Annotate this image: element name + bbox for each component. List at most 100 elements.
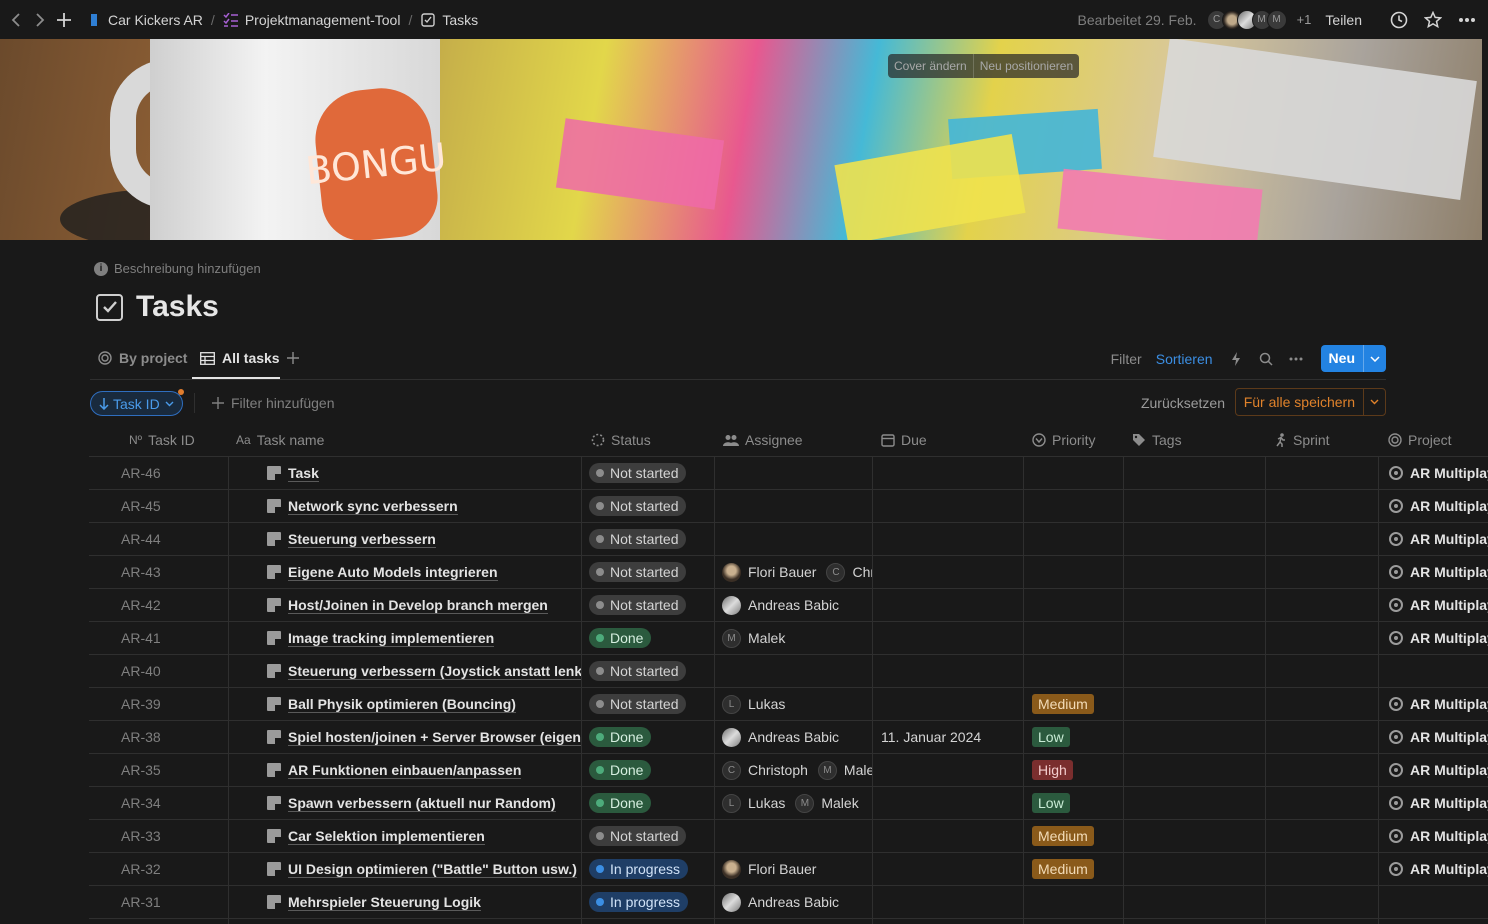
task-name-cell[interactable]: Image tracking implementieren xyxy=(267,622,581,654)
assignee-cell[interactable] xyxy=(722,655,872,687)
priority-cell[interactable] xyxy=(1032,457,1127,489)
assignee[interactable]: Flori Bauer xyxy=(722,562,816,582)
assignee-cell[interactable] xyxy=(722,490,872,522)
project-name[interactable]: AR Multiplayer xyxy=(1410,531,1488,547)
table-row[interactable]: AR-45 Network sync verbessern Not started A… xyxy=(89,490,1488,523)
reposition-cover-button[interactable]: Neu positionieren xyxy=(972,54,1079,78)
task-name-cell[interactable]: Task xyxy=(267,457,581,489)
column-status[interactable]: Status xyxy=(591,424,651,456)
task-name[interactable]: Steuerung verbessern (Joystick anstatt l… xyxy=(288,663,581,680)
more-icon[interactable] xyxy=(1285,348,1307,370)
column-assignee[interactable]: Assignee xyxy=(723,424,803,456)
priority-badge[interactable]: Low xyxy=(1032,727,1070,747)
status-badge[interactable]: In progress xyxy=(589,859,689,879)
task-name-cell[interactable]: Spawn verbessern (aktuell nur Random) xyxy=(267,787,581,819)
status-cell[interactable]: Done xyxy=(589,754,719,786)
task-name[interactable]: Image tracking implementieren xyxy=(288,630,495,647)
table-row[interactable]: AR-40 Steuerung verbessern (Joystick anst… xyxy=(89,655,1488,688)
add-view-icon[interactable] xyxy=(287,348,299,369)
share-button[interactable]: Teilen xyxy=(1325,12,1362,28)
due-cell[interactable] xyxy=(881,589,1026,621)
status-badge[interactable]: Done xyxy=(589,793,652,813)
breadcrumb-project-tool[interactable]: Projektmanagement-Tool xyxy=(223,12,400,28)
table-row[interactable]: AR-35 AR Funktionen einbauen/anpassen Done… xyxy=(89,754,1488,787)
task-name-cell[interactable]: Car Selektion implementieren xyxy=(267,820,581,852)
assignee[interactable]: C Christoph xyxy=(722,760,808,780)
more-icon[interactable] xyxy=(1456,9,1478,31)
assignee-cell[interactable]: L Lukas xyxy=(722,688,872,720)
status-cell[interactable]: Not started xyxy=(589,820,719,852)
assignee-cell[interactable]: Flori Bauer C Christoph xyxy=(722,556,872,588)
table-row[interactable]: AR-34 Spawn verbessern (aktuell nur Rando… xyxy=(89,787,1488,820)
forward-icon[interactable] xyxy=(28,8,52,32)
project-cell[interactable]: AR Multiplayer xyxy=(1389,556,1488,588)
priority-cell[interactable] xyxy=(1032,490,1127,522)
search-icon[interactable] xyxy=(1255,348,1277,370)
assignee[interactable]: Andreas Babic xyxy=(722,595,839,615)
table-row[interactable]: AR-44 Steuerung verbessern Not started AR M… xyxy=(89,523,1488,556)
project-name[interactable]: AR Multiplayer xyxy=(1410,696,1488,712)
priority-badge[interactable]: High xyxy=(1032,760,1073,780)
collaborator-avatars[interactable]: C M M xyxy=(1206,9,1287,30)
priority-cell[interactable] xyxy=(1032,886,1127,918)
new-button[interactable]: Neu xyxy=(1320,345,1363,372)
task-name[interactable]: Eigene Auto Models integrieren xyxy=(288,564,498,581)
due-cell[interactable] xyxy=(881,820,1026,852)
project-name[interactable]: AR Multiplayer xyxy=(1410,828,1488,844)
status-cell[interactable]: Not started xyxy=(589,589,719,621)
table-row[interactable]: AR-33 Car Selektion implementieren Not sta… xyxy=(89,820,1488,853)
status-badge[interactable]: Not started xyxy=(589,826,687,846)
project-cell[interactable]: AR Multiplayer xyxy=(1389,523,1488,555)
priority-cell[interactable] xyxy=(1032,523,1127,555)
project-name[interactable]: AR Multiplayer xyxy=(1410,861,1488,877)
status-cell[interactable]: Not started xyxy=(589,556,719,588)
task-name[interactable]: Spiel hosten/joinen + Server Browser (ei… xyxy=(288,729,581,746)
project-name[interactable]: AR Multiplayer xyxy=(1410,729,1488,745)
column-priority[interactable]: Priority xyxy=(1032,424,1096,456)
status-cell[interactable]: Done xyxy=(589,787,719,819)
task-name-cell[interactable]: Steuerung verbessern xyxy=(267,523,581,555)
project-name[interactable]: AR Multiplayer xyxy=(1410,498,1488,514)
task-name-cell[interactable]: Mehrspieler Steuerung Logik xyxy=(267,886,581,918)
project-cell[interactable] xyxy=(1389,655,1488,687)
due-cell[interactable]: 11. Januar 2024 xyxy=(881,721,1026,753)
due-cell[interactable] xyxy=(881,556,1026,588)
task-name[interactable]: Task xyxy=(288,465,319,482)
priority-badge[interactable]: Low xyxy=(1032,793,1070,813)
assignee[interactable]: M Malek xyxy=(795,793,859,813)
project-cell[interactable]: AR Multiplayer xyxy=(1389,490,1488,522)
status-badge[interactable]: Done xyxy=(589,628,652,648)
table-row[interactable]: AR-39 Ball Physik optimieren (Bouncing) No… xyxy=(89,688,1488,721)
due-cell[interactable] xyxy=(881,886,1026,918)
clock-icon[interactable] xyxy=(1388,9,1410,31)
priority-cell[interactable]: High xyxy=(1032,754,1127,786)
column-project[interactable]: Project xyxy=(1388,424,1452,456)
project-name[interactable]: AR Multiplayer xyxy=(1410,564,1488,580)
assignee-cell[interactable] xyxy=(722,457,872,489)
priority-cell[interactable]: Medium xyxy=(1032,688,1127,720)
project-cell[interactable]: AR Multiplayer xyxy=(1389,589,1488,621)
project-cell[interactable]: AR Multiplayer xyxy=(1389,853,1488,885)
project-cell[interactable]: AR Multiplayer xyxy=(1389,457,1488,489)
task-name-cell[interactable]: Ball Physik optimieren (Bouncing) xyxy=(267,688,581,720)
project-name[interactable]: AR Multiplayer xyxy=(1410,597,1488,613)
task-id-sort-chip[interactable]: Task ID xyxy=(90,389,184,416)
priority-cell[interactable]: Low xyxy=(1032,721,1127,753)
column-task-name[interactable]: Aa Task name xyxy=(236,424,324,456)
column-due[interactable]: Due xyxy=(881,424,927,456)
assignee[interactable]: Andreas Babic xyxy=(722,727,839,747)
project-cell[interactable]: AR Multiplayer xyxy=(1389,754,1488,786)
task-name[interactable]: Ball Physik optimieren (Bouncing) xyxy=(288,696,516,713)
assignee-cell[interactable]: Andreas Babic xyxy=(722,886,872,918)
due-cell[interactable] xyxy=(881,688,1026,720)
star-icon[interactable] xyxy=(1422,9,1444,31)
status-badge[interactable]: Not started xyxy=(589,562,687,582)
table-row[interactable]: AR-43 Eigene Auto Models integrieren Not s… xyxy=(89,556,1488,589)
tab-all-tasks[interactable]: All tasks xyxy=(200,350,280,366)
breadcrumb-tasks[interactable]: Tasks xyxy=(420,12,478,28)
status-badge[interactable]: Not started xyxy=(589,496,687,516)
task-name[interactable]: Car Selektion implementieren xyxy=(288,828,485,845)
task-name[interactable]: Host/Joinen in Develop branch mergen xyxy=(288,597,548,614)
status-badge[interactable]: Not started xyxy=(589,529,687,549)
status-badge[interactable]: Done xyxy=(589,760,652,780)
